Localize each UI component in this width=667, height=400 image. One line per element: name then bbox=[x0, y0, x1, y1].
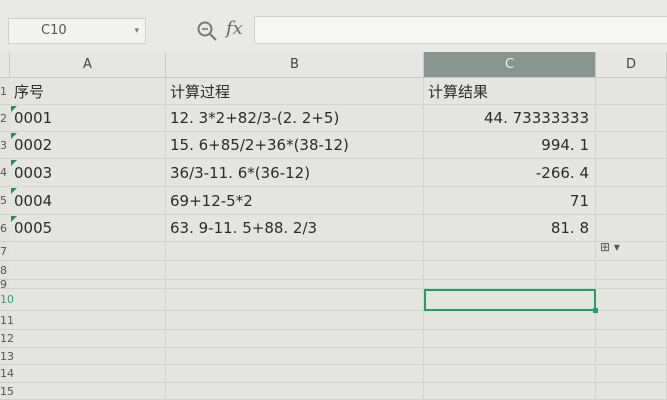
cell-a15[interactable] bbox=[10, 383, 166, 400]
formula-bar: C10 ▾ fx bbox=[0, 0, 667, 53]
cell-a6[interactable]: 0005 bbox=[10, 215, 166, 242]
row-header[interactable]: 13 bbox=[0, 348, 14, 365]
cell-d2[interactable] bbox=[596, 105, 667, 132]
cell-c9[interactable] bbox=[424, 280, 596, 289]
cell-d10[interactable] bbox=[596, 289, 667, 311]
column-header-c[interactable]: C bbox=[424, 52, 596, 78]
row-header[interactable]: 6 bbox=[0, 215, 10, 242]
fx-label[interactable]: fx bbox=[226, 18, 243, 39]
cell-a12[interactable] bbox=[10, 330, 166, 348]
cell-d5[interactable] bbox=[596, 187, 667, 215]
cell-c8[interactable] bbox=[424, 261, 596, 280]
row-header[interactable]: 14 bbox=[0, 365, 14, 383]
cell-c11[interactable] bbox=[424, 311, 596, 330]
cell-c4[interactable]: -266. 4 bbox=[424, 159, 596, 187]
cell-a4[interactable]: 0003 bbox=[10, 159, 166, 187]
cell-a3[interactable]: 0002 bbox=[10, 132, 166, 159]
zoom-icon[interactable] bbox=[196, 20, 218, 42]
cell-b14[interactable] bbox=[166, 365, 424, 383]
cell-b9[interactable] bbox=[166, 280, 424, 289]
row-header[interactable]: 7 bbox=[0, 242, 10, 261]
cell-c12[interactable] bbox=[424, 330, 596, 348]
cell-c5[interactable]: 71 bbox=[424, 187, 596, 215]
cell-d15[interactable] bbox=[596, 383, 667, 400]
cell-b11[interactable] bbox=[166, 311, 424, 330]
cell-d12[interactable] bbox=[596, 330, 667, 348]
cell-d1[interactable] bbox=[596, 78, 667, 105]
column-header-d[interactable]: D bbox=[596, 52, 667, 78]
chevron-down-icon[interactable]: ▾ bbox=[134, 19, 139, 43]
cell-b15[interactable] bbox=[166, 383, 424, 400]
cell-d14[interactable] bbox=[596, 365, 667, 383]
active-cell-selection[interactable] bbox=[424, 289, 598, 313]
cell-b3[interactable]: 15. 6+85/2+36*(38-12) bbox=[166, 132, 424, 159]
cell-d9[interactable] bbox=[596, 280, 667, 289]
cell-a1[interactable]: 序号 bbox=[10, 78, 166, 105]
cell-b1[interactable]: 计算过程 bbox=[166, 78, 424, 105]
column-header-a[interactable]: A bbox=[10, 52, 166, 78]
cell-b10[interactable] bbox=[166, 289, 424, 311]
column-header-b[interactable]: B bbox=[166, 52, 424, 78]
cell-a13[interactable] bbox=[10, 348, 166, 365]
cell-a2[interactable]: 0001 bbox=[10, 105, 166, 132]
cell-a8[interactable] bbox=[10, 261, 166, 280]
cell-a14[interactable] bbox=[10, 365, 166, 383]
cell-c2[interactable]: 44. 73333333 bbox=[424, 105, 596, 132]
row-header[interactable]: 9 bbox=[0, 279, 10, 290]
cell-a5[interactable]: 0004 bbox=[10, 187, 166, 215]
formula-input[interactable] bbox=[254, 16, 667, 44]
row-header[interactable]: 4 bbox=[0, 159, 10, 187]
cell-c7[interactable] bbox=[424, 242, 596, 261]
cell-d11[interactable] bbox=[596, 311, 667, 330]
row-header-active[interactable]: 10 bbox=[0, 289, 14, 311]
row-header[interactable]: 1 bbox=[0, 78, 10, 105]
cell-b12[interactable] bbox=[166, 330, 424, 348]
cell-b13[interactable] bbox=[166, 348, 424, 365]
row-header[interactable]: 11 bbox=[0, 311, 14, 330]
cell-c15[interactable] bbox=[424, 383, 596, 400]
cell-c6[interactable]: 81. 8 bbox=[424, 215, 596, 242]
cell-b7[interactable] bbox=[166, 242, 424, 261]
cell-c1[interactable]: 计算结果 bbox=[424, 78, 596, 105]
cell-d3[interactable] bbox=[596, 132, 667, 159]
row-header[interactable]: 3 bbox=[0, 132, 10, 159]
cell-a9[interactable] bbox=[10, 280, 166, 289]
cell-c14[interactable] bbox=[424, 365, 596, 383]
cell-c3[interactable]: 994. 1 bbox=[424, 132, 596, 159]
cell-a10[interactable] bbox=[10, 289, 166, 311]
cell-c13[interactable] bbox=[424, 348, 596, 365]
name-box-value: C10 bbox=[41, 23, 67, 38]
cell-b6[interactable]: 63. 9-11. 5+88. 2/3 bbox=[166, 215, 424, 242]
cell-d6[interactable] bbox=[596, 215, 667, 242]
row-header[interactable]: 12 bbox=[0, 330, 14, 348]
cell-b5[interactable]: 69+12-5*2 bbox=[166, 187, 424, 215]
cell-b2[interactable]: 12. 3*2+82/3-(2. 2+5) bbox=[166, 105, 424, 132]
cell-d4[interactable] bbox=[596, 159, 667, 187]
paste-options-icon[interactable]: ⊞ ▾ bbox=[600, 240, 620, 254]
row-header[interactable]: 5 bbox=[0, 187, 10, 215]
select-all-corner[interactable] bbox=[0, 52, 10, 78]
cell-a11[interactable] bbox=[10, 311, 166, 330]
cell-a7[interactable] bbox=[10, 242, 166, 261]
cell-b8[interactable] bbox=[166, 261, 424, 280]
row-header[interactable]: 2 bbox=[0, 105, 10, 132]
cell-d8[interactable] bbox=[596, 261, 667, 280]
name-box[interactable]: C10 ▾ bbox=[8, 18, 146, 44]
cell-d13[interactable] bbox=[596, 348, 667, 365]
cell-b4[interactable]: 36/3-11. 6*(36-12) bbox=[166, 159, 424, 187]
row-header[interactable]: 15 bbox=[0, 383, 14, 400]
